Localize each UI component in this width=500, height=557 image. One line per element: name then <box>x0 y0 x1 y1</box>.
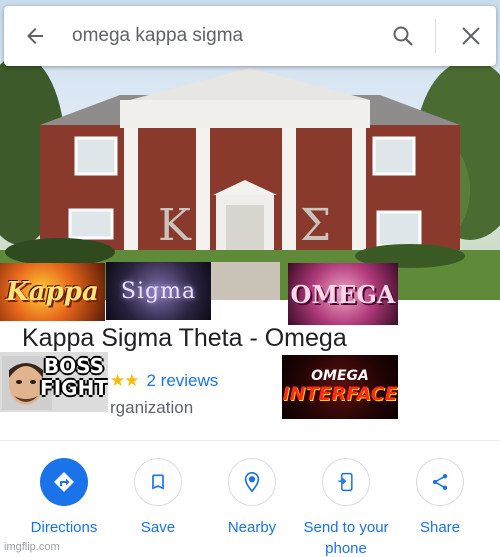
place-title: Kappa Sigma Theta - Omega <box>22 324 347 352</box>
omega-interface-sticker: OMEGA INTERFACE <box>282 355 398 419</box>
interface-top-text: OMEGA <box>311 368 369 384</box>
nearby-button[interactable]: Nearby <box>202 458 302 538</box>
nearby-icon <box>228 458 276 506</box>
share-icon <box>416 458 464 506</box>
boss-fight-text: BOSS FIGHT <box>40 354 108 400</box>
reviews-link[interactable]: 2 reviews <box>146 371 218 391</box>
directions-label: Directions <box>30 519 98 536</box>
omega-logo-sticker: OMEGA <box>288 263 398 325</box>
back-arrow-icon[interactable] <box>4 6 66 66</box>
interface-bottom-text: INTERFACE <box>282 383 398 405</box>
directions-button[interactable]: Directions <box>14 458 114 538</box>
search-icon[interactable] <box>381 6 425 66</box>
search-bar[interactable]: omega kappa sigma <box>4 6 496 66</box>
svg-text:K: K <box>158 200 192 251</box>
sigma-logo-text: Sigma <box>120 278 197 304</box>
watermark: imgflip.com <box>4 541 60 553</box>
send-to-phone-icon <box>322 458 370 506</box>
close-icon[interactable] <box>446 6 496 66</box>
send-to-phone-button[interactable]: Send to your phone <box>296 458 396 557</box>
place-category: rganization <box>110 398 194 417</box>
boss-fight-sticker: BOSS FIGHT <box>0 352 108 412</box>
nearby-label: Nearby <box>227 519 277 536</box>
search-input[interactable]: omega kappa sigma <box>66 25 381 47</box>
divider <box>0 440 500 441</box>
kappa-logo-sticker: Kappa <box>0 263 105 321</box>
action-bar: Directions Save Nearby Send to your phon… <box>0 458 500 557</box>
directions-icon <box>40 458 88 506</box>
save-button[interactable]: Save <box>108 458 208 538</box>
omega-logo-text: OMEGA <box>290 279 396 309</box>
share-label: Share <box>419 519 461 536</box>
svg-text:Σ: Σ <box>300 200 331 251</box>
share-button[interactable]: Share <box>390 458 490 538</box>
search-separator <box>435 19 436 53</box>
sigma-logo-sticker: Sigma <box>106 262 211 320</box>
send-to-phone-label: Send to your phone <box>303 519 389 557</box>
star-rating-icon: ★★ <box>110 371 140 390</box>
kappa-logo-text: Kappa <box>6 277 99 307</box>
save-label: Save <box>140 519 176 536</box>
bookmark-icon <box>134 458 182 506</box>
rating-row[interactable]: ★★ 2 reviews <box>110 371 218 391</box>
